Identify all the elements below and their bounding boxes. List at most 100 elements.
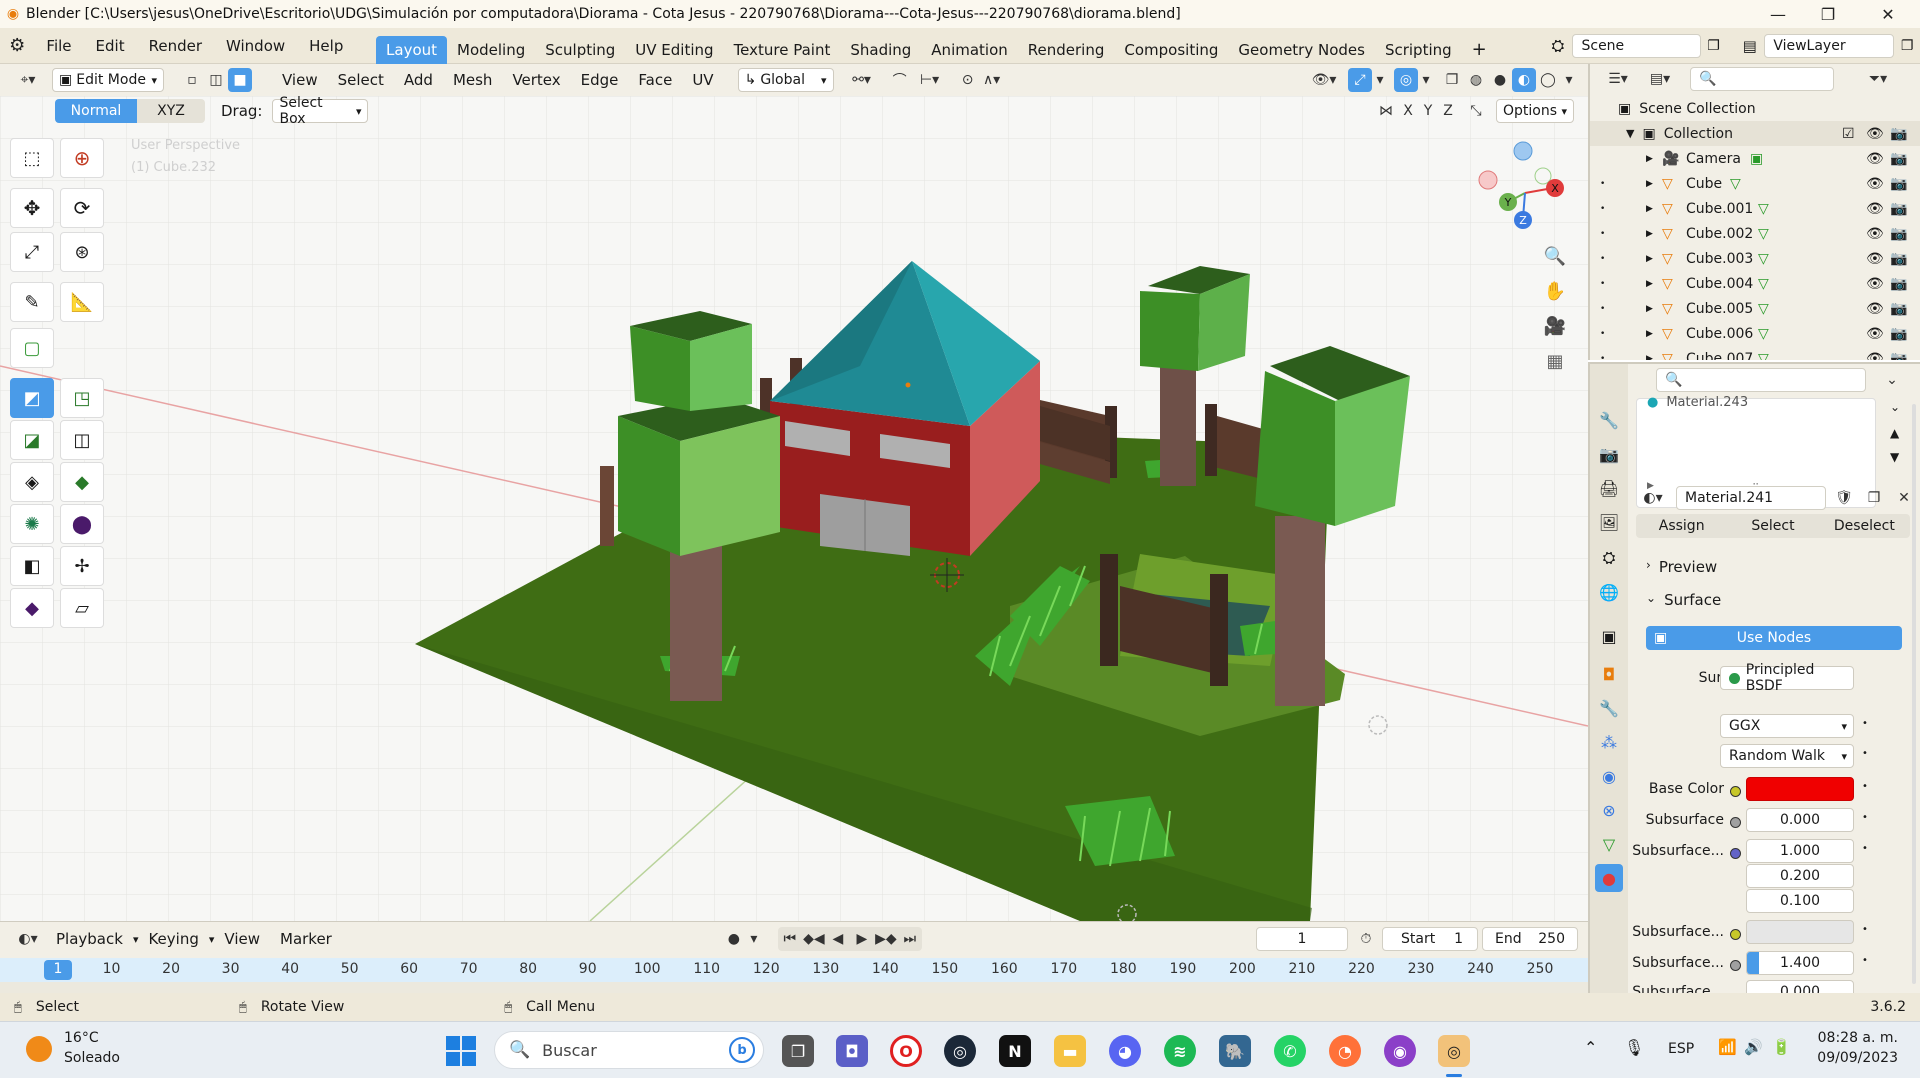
outliner-item[interactable]: • ▶ ▽ Cube.005 ▽ 👁 📷: [1590, 296, 1920, 321]
drag-dropdown[interactable]: Select Box ▾: [272, 96, 369, 127]
data-tab-icon[interactable]: ▽: [1595, 830, 1623, 858]
tab-modeling[interactable]: Modeling: [447, 36, 535, 64]
prev-keyframe-icon[interactable]: ◆◀: [802, 927, 826, 951]
end-frame-field[interactable]: End 250: [1482, 927, 1578, 951]
tab-uv-editing[interactable]: UV Editing: [625, 36, 723, 64]
scene-tab-icon[interactable]: ⛭: [1595, 544, 1623, 572]
solid-shading-icon[interactable]: ●: [1488, 68, 1512, 92]
wireframe-shading-icon[interactable]: ◍: [1464, 68, 1488, 92]
subsurface-radius-z[interactable]: 0.100: [1746, 889, 1854, 913]
outliner-item[interactable]: ▶ 🎥 Camera ▣ 👁 📷: [1590, 146, 1920, 171]
eye-icon[interactable]: 👁: [1866, 326, 1884, 342]
mesh-data-icon[interactable]: ▽: [1758, 226, 1769, 242]
knife-tool[interactable]: ◈: [10, 462, 54, 502]
subsurface-radius-y[interactable]: 0.200: [1746, 864, 1854, 888]
keyframe-dot-icon[interactable]: •: [1862, 812, 1868, 823]
whatsapp-icon[interactable]: ✆: [1274, 1035, 1306, 1067]
menu-uv[interactable]: UV: [682, 71, 723, 89]
menu-timeline-view[interactable]: View: [214, 930, 270, 948]
subsurface-field[interactable]: 0.000: [1746, 808, 1854, 832]
filter-view-icon[interactable]: ▤▾: [1642, 67, 1678, 91]
select-box-tool[interactable]: ⬚: [10, 138, 54, 178]
camera-icon[interactable]: 📷: [1890, 351, 1907, 361]
camera-view-icon[interactable]: 🎥: [1540, 311, 1570, 341]
keyframe-dot-icon[interactable]: •: [1862, 843, 1868, 854]
edge-select-icon[interactable]: ◫: [204, 68, 228, 92]
discord-icon[interactable]: ◕: [1109, 1035, 1141, 1067]
rotate-tool[interactable]: ⟳: [60, 188, 104, 228]
poly-build-tool[interactable]: ◆: [60, 462, 104, 502]
eye-icon[interactable]: 👁: [1866, 226, 1884, 242]
deselect-button[interactable]: Deselect: [1819, 514, 1910, 538]
visibility-icon[interactable]: 👁▾: [1306, 68, 1342, 92]
menu-playback[interactable]: Playback: [46, 930, 133, 948]
expand-icon[interactable]: ▶: [1646, 204, 1653, 214]
expand-icon[interactable]: ▶: [1646, 329, 1653, 339]
mesh-data-icon[interactable]: ▽: [1758, 351, 1769, 361]
eye-icon[interactable]: 👁: [1866, 201, 1884, 217]
rendered-shading-icon[interactable]: ◯: [1536, 68, 1560, 92]
frame-ruler[interactable]: 1 10 20 30 40 50 60 70 80 90 100 110 120 130 140 150 160…: [0, 958, 1588, 982]
pivot-point-icon[interactable]: ⚯▾: [844, 68, 880, 92]
eye-icon[interactable]: 👁: [1866, 276, 1884, 292]
3d-viewport[interactable]: Normal XYZ Drag: Select Box ▾ ⋈ X Y Z ⤡ …: [0, 96, 1588, 921]
language-indicator[interactable]: ESP: [1668, 1041, 1694, 1057]
display-mode-icon[interactable]: ☰▾: [1600, 67, 1636, 91]
axis-z-button[interactable]: Z: [1438, 99, 1458, 123]
taskbar-search[interactable]: 🔍 Buscar b: [494, 1031, 764, 1069]
tab-sculpting[interactable]: Sculpting: [535, 36, 625, 64]
menu-help[interactable]: Help: [297, 37, 355, 55]
mirror-icon[interactable]: ⋈: [1374, 99, 1398, 123]
scene-field[interactable]: Scene: [1572, 33, 1701, 58]
subsurface-aniso-field[interactable]: 0.000: [1746, 980, 1854, 994]
tab-xyz[interactable]: XYZ: [137, 99, 205, 123]
chevron-down-icon[interactable]: ▾: [1418, 68, 1434, 92]
camera-data-icon[interactable]: ▣: [1750, 151, 1763, 167]
postgresql-icon[interactable]: 🐘: [1219, 1035, 1251, 1067]
view-layer-tab-icon[interactable]: 🖼: [1595, 508, 1623, 536]
surface-panel-header[interactable]: ⌄ Surface: [1646, 591, 1721, 609]
move-up-icon[interactable]: ▲: [1890, 426, 1899, 440]
menu-window[interactable]: Window: [214, 37, 297, 55]
eye-icon[interactable]: 👁: [1866, 176, 1884, 192]
camera-icon[interactable]: 📷: [1890, 201, 1907, 217]
world-tab-icon[interactable]: 🌐: [1595, 578, 1623, 606]
camera-icon[interactable]: 📷: [1890, 276, 1907, 292]
tab-geometry-nodes[interactable]: Geometry Nodes: [1228, 36, 1375, 64]
microphone-icon[interactable]: 🎙: [1624, 1038, 1644, 1057]
outliner-item[interactable]: • ▶ ▽ Cube.004 ▽ 👁 📷: [1590, 271, 1920, 296]
keyframe-dot-icon[interactable]: •: [1862, 955, 1868, 966]
camera-icon[interactable]: 📷: [1890, 251, 1907, 267]
filter-icon[interactable]: ⏷▾: [1860, 67, 1896, 91]
clock-date[interactable]: 09/09/2023: [1814, 1050, 1898, 1066]
add-cube-tool[interactable]: ▢: [10, 328, 54, 368]
menu-select[interactable]: Select: [328, 71, 394, 89]
stopwatch-icon[interactable]: ⏱: [1354, 927, 1378, 951]
menu-keying[interactable]: Keying: [138, 930, 208, 948]
tab-scripting[interactable]: Scripting: [1375, 36, 1462, 64]
tab-texture-paint[interactable]: Texture Paint: [724, 36, 841, 64]
move-tool[interactable]: ✥: [10, 188, 54, 228]
extrude-tool[interactable]: ◩: [10, 378, 54, 418]
bevel-tool[interactable]: ◪: [10, 420, 54, 460]
snap-icon[interactable]: ⌒: [888, 68, 912, 92]
smooth-tool[interactable]: ⬤: [60, 504, 104, 544]
chevron-down-icon[interactable]: ▾: [1560, 68, 1578, 92]
shrink-fatten-tool[interactable]: ✢: [60, 546, 104, 586]
falloff-icon[interactable]: ∧▾: [980, 68, 1004, 92]
keyframe-dot-icon[interactable]: •: [1862, 781, 1868, 792]
material-slot-item[interactable]: ● Material.243: [1647, 395, 1748, 410]
tab-shading[interactable]: Shading: [840, 36, 921, 64]
notion-icon[interactable]: N: [999, 1035, 1031, 1067]
axis-x-button[interactable]: X: [1398, 99, 1418, 123]
particles-tab-icon[interactable]: ⁂: [1595, 728, 1623, 756]
chevron-down-icon[interactable]: ▾: [1372, 68, 1388, 92]
outliner-item[interactable]: • ▶ ▽ Cube.003 ▽ 👁 📷: [1590, 246, 1920, 271]
collection-row[interactable]: ▼ ▣ Collection ☑ 👁 📷: [1590, 121, 1920, 146]
current-frame-field[interactable]: 1: [1256, 927, 1348, 951]
steam-icon[interactable]: ◎: [944, 1035, 976, 1067]
view-layer-field[interactable]: ViewLayer: [1764, 33, 1895, 58]
record-icon[interactable]: ●: [722, 927, 746, 951]
constraints-tab-icon[interactable]: ⊗: [1595, 796, 1623, 824]
camera-icon[interactable]: 📷: [1890, 151, 1907, 167]
